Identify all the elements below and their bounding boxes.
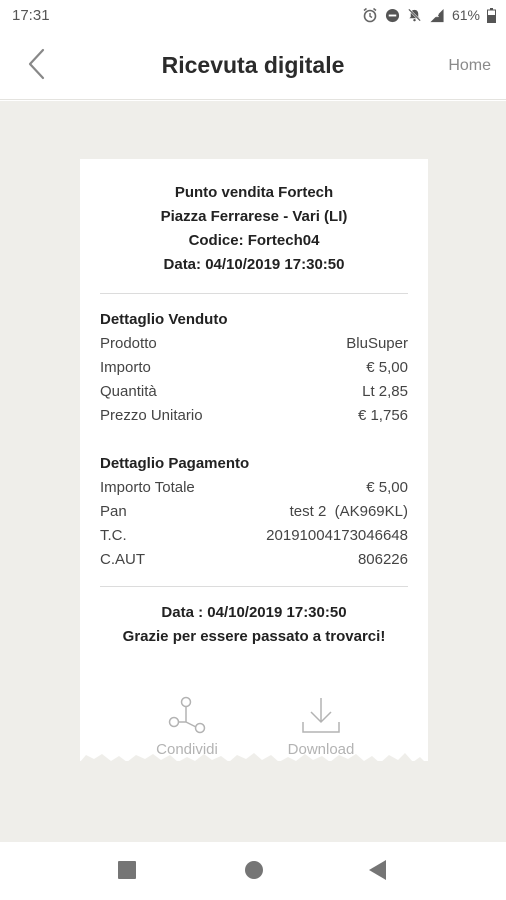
payment-row: Pan test 2 (AK969KL) bbox=[100, 500, 408, 524]
payment-row: T.C. 20191004173046648 bbox=[100, 524, 408, 548]
row-label: Quantità bbox=[100, 383, 157, 400]
receipt-card: Punto vendita Fortech Piazza Ferrarese -… bbox=[80, 159, 428, 761]
row-value: test 2 (AK969KL) bbox=[289, 503, 408, 520]
home-button[interactable] bbox=[243, 860, 265, 885]
receipt-footer: Data : 04/10/2019 17:30:50 Grazie per es… bbox=[100, 601, 408, 649]
sale-row: Importo € 5,00 bbox=[100, 356, 408, 380]
row-value: 806226 bbox=[357, 551, 408, 568]
row-label: Prezzo Unitario bbox=[100, 407, 203, 424]
receipt-content: Punto vendita Fortech Piazza Ferrarese -… bbox=[80, 159, 428, 649]
store-date: Data: 04/10/2019 17:30:50 bbox=[163, 256, 345, 273]
sale-section-title: Dettaglio Venduto bbox=[100, 311, 228, 328]
status-icons: 61% bbox=[362, 7, 496, 23]
divider bbox=[100, 293, 408, 294]
row-value: € 5,00 bbox=[366, 479, 408, 496]
row-label: T.C. bbox=[100, 527, 127, 544]
battery-percent: 61% bbox=[451, 7, 480, 23]
download-label: Download bbox=[287, 741, 355, 758]
status-bar: 17:31 61% bbox=[0, 0, 506, 32]
share-button[interactable]: Condividi bbox=[132, 695, 242, 758]
recents-icon bbox=[118, 860, 136, 884]
system-nav-bar bbox=[0, 842, 506, 900]
row-value: € 1,756 bbox=[357, 407, 408, 424]
receipt-view: Punto vendita Fortech Piazza Ferrarese -… bbox=[0, 101, 506, 842]
row-value: Lt 2,85 bbox=[362, 383, 408, 400]
page-title: Ricevuta digitale bbox=[161, 52, 345, 78]
sale-row: Quantità Lt 2,85 bbox=[100, 380, 408, 404]
row-value: € 5,00 bbox=[366, 359, 408, 376]
payment-row: Importo Totale € 5,00 bbox=[100, 476, 408, 500]
store-code: Codice: Fortech04 bbox=[188, 232, 320, 249]
payment-row: C.AUT 806226 bbox=[100, 548, 408, 572]
app-header: Ricevuta digitale Home bbox=[0, 32, 506, 100]
store-address: Piazza Ferrarese - Vari (LI) bbox=[160, 208, 348, 225]
home-link[interactable]: Home bbox=[448, 57, 491, 75]
download-icon bbox=[300, 694, 342, 741]
store-name: Punto vendita Fortech bbox=[174, 184, 334, 201]
footer-date: Data : 04/10/2019 17:30:50 bbox=[161, 604, 347, 621]
alarm-icon bbox=[362, 7, 378, 23]
row-label: Pan bbox=[100, 503, 127, 520]
row-label: Prodotto bbox=[100, 335, 157, 352]
payment-section-title: Dettaglio Pagamento bbox=[100, 455, 250, 472]
system-back-button[interactable] bbox=[367, 859, 389, 885]
row-value: BluSuper bbox=[346, 335, 408, 352]
notifications-off-icon bbox=[407, 7, 422, 23]
home-circle-icon bbox=[244, 860, 264, 885]
recents-button[interactable] bbox=[116, 860, 138, 884]
share-label: Condividi bbox=[156, 741, 218, 758]
battery-icon bbox=[487, 7, 496, 23]
status-time: 17:31 bbox=[12, 7, 50, 24]
sale-row: Prodotto BluSuper bbox=[100, 332, 408, 356]
store-info: Punto vendita Fortech Piazza Ferrarese -… bbox=[100, 181, 408, 277]
divider bbox=[100, 586, 408, 587]
receipt-actions: Condividi Download bbox=[80, 695, 428, 765]
row-label: Importo Totale bbox=[100, 479, 195, 496]
share-icon bbox=[166, 694, 208, 741]
signal-icon bbox=[429, 8, 445, 23]
thank-you-message: Grazie per essere passato a trovarci! bbox=[122, 628, 386, 645]
back-triangle-icon bbox=[369, 859, 387, 885]
row-label: C.AUT bbox=[100, 551, 145, 568]
row-value: 20191004173046648 bbox=[266, 527, 408, 544]
dnd-icon bbox=[385, 8, 400, 23]
download-button[interactable]: Download bbox=[266, 695, 376, 758]
sale-row: Prezzo Unitario € 1,756 bbox=[100, 404, 408, 428]
row-label: Importo bbox=[100, 359, 151, 376]
